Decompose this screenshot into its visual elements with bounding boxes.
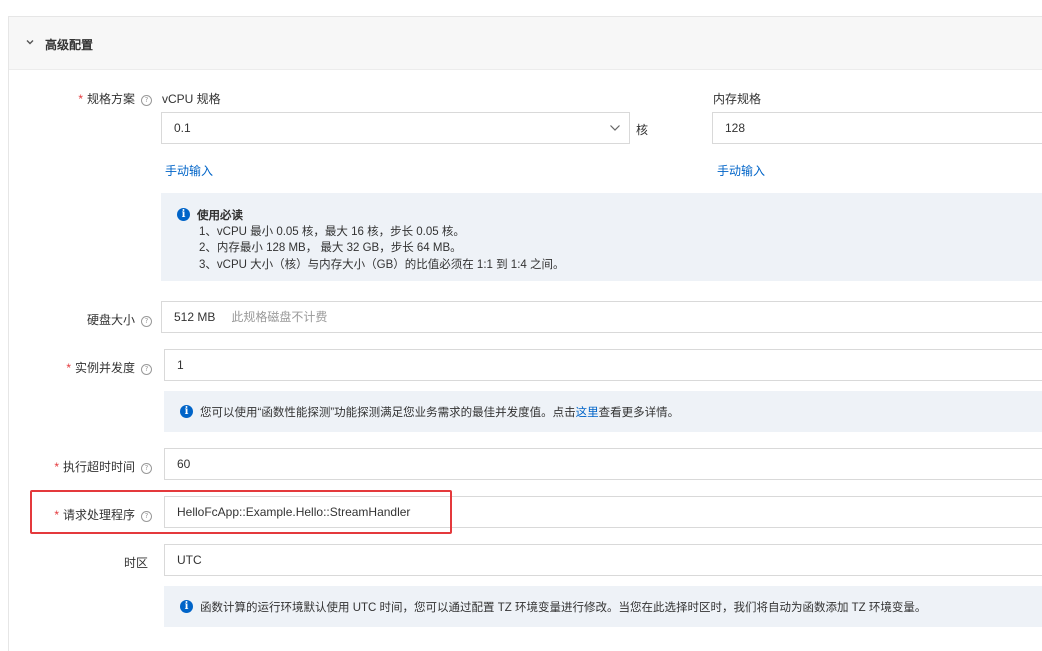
chevron-down-icon [610,125,620,131]
concurrency-notice-suffix: 查看更多详情。 [598,407,680,419]
info-icon: i [177,208,190,221]
info-icon: i [180,405,193,418]
required-mark: * [54,460,59,474]
spec-notice-line: 3、vCPU 大小（核）与内存大小（GB）的比值必须在 1:1 到 1:4 之间… [199,259,565,271]
spec-notice: i 使用必读 1、vCPU 最小 0.05 核，最大 16 核，步长 0.05 … [161,193,1042,281]
required-mark: * [66,361,71,375]
concurrency-notice-prefix: 您可以使用“函数性能探测”功能探测满足您业务需求的最佳并发度值。点击 [200,407,576,419]
help-icon[interactable]: ? [141,316,152,327]
concurrency-details-link[interactable]: 这里 [576,407,599,419]
disk-size-value: 512 MB [174,310,216,324]
highlight-box [30,490,452,534]
disk-label-row: 硬盘大小? [40,311,152,328]
spec-notice-line: 2、内存最小 128 MB， 最大 32 GB，步长 64 MB。 [199,242,462,254]
advanced-config-header[interactable]: 高级配置 [9,17,1042,70]
disk-size-hint: 此规格磁盘不计费 [231,310,328,324]
vcpu-select-value: 0.1 [174,121,191,135]
timezone-notice: i 函数计算的运行环境默认使用 UTC 时间，您可以通过配置 TZ 环境变量进行… [164,586,1042,627]
help-icon[interactable]: ? [141,364,152,375]
disk-label: 硬盘大小 [86,313,135,327]
required-mark: * [78,92,83,106]
vcpu-unit: 核 [636,123,649,137]
help-icon[interactable]: ? [141,463,152,474]
memory-label: 内存规格 [713,92,762,106]
vcpu-select[interactable]: 0.1 [161,112,630,144]
timezone-label: 时区 [123,556,148,570]
concurrency-label-row: * 实例并发度? [40,359,152,376]
timezone-select[interactable]: UTC [164,544,1042,576]
concurrency-value: 1 [177,358,184,372]
help-icon[interactable]: ? [141,95,152,106]
memory-manual-input-link[interactable]: 手动输入 [717,162,765,179]
timezone-notice-text: 函数计算的运行环境默认使用 UTC 时间，您可以通过配置 TZ 环境变量进行修改… [200,602,927,614]
timeout-input[interactable]: 60 [164,448,1042,480]
spec-notice-title: 使用必读 [197,210,243,222]
concurrency-notice-text: 您可以使用“函数性能探测”功能探测满足您业务需求的最佳并发度值。点击这里查看更多… [200,404,679,420]
section-title: 高级配置 [45,38,94,52]
concurrency-label: 实例并发度 [74,361,135,375]
concurrency-notice: i 您可以使用“函数性能探测”功能探测满足您业务需求的最佳并发度值。点击这里查看… [164,391,1042,432]
disk-size-input[interactable]: 512 MB 此规格磁盘不计费 [161,301,1042,333]
vcpu-label: vCPU 规格 [162,92,221,106]
concurrency-input[interactable]: 1 [164,349,1042,381]
spec-label: 规格方案 [86,92,135,106]
timeout-label: 执行超时时间 [62,460,135,474]
spec-label-row: * 规格方案? [40,90,152,107]
info-icon: i [180,600,193,613]
spec-notice-line: 1、vCPU 最小 0.05 核，最大 16 核，步长 0.05 核。 [199,226,465,238]
timeout-label-row: * 执行超时时间? [30,458,152,475]
memory-select-value: 128 [725,121,746,135]
memory-select[interactable]: 128 [712,112,1042,144]
timezone-value: UTC [177,553,202,567]
chevron-down-icon[interactable] [25,37,35,47]
timeout-value: 60 [177,457,191,471]
vcpu-manual-input-link[interactable]: 手动输入 [165,162,213,179]
